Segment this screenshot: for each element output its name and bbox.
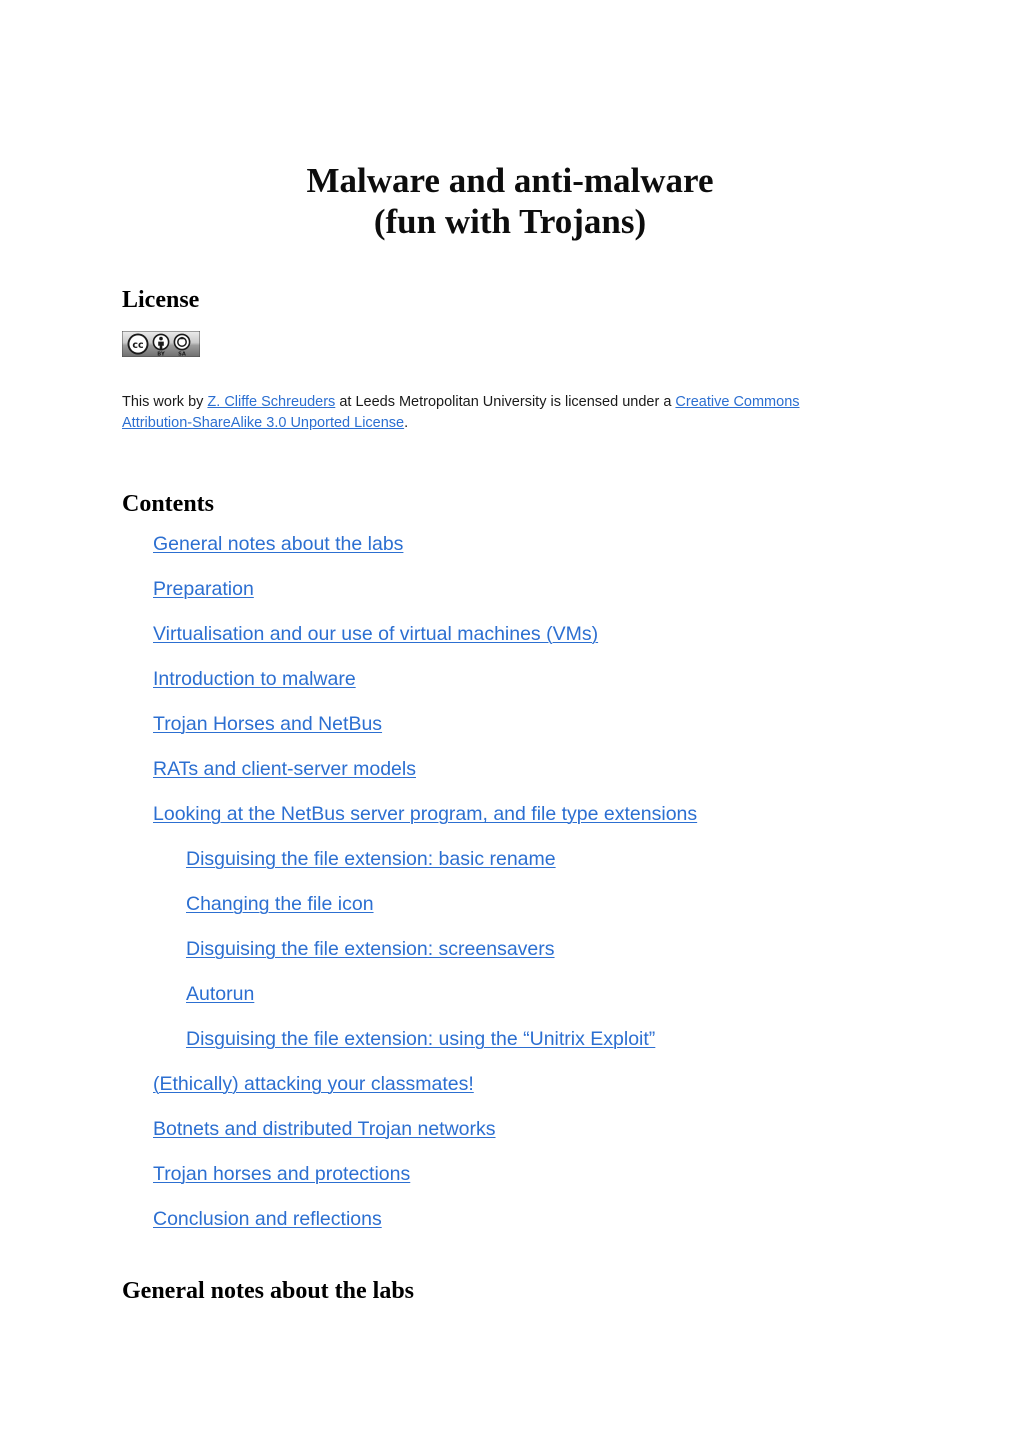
toc-link[interactable]: Trojan Horses and NetBus	[153, 713, 382, 735]
toc-entry: Looking at the NetBus server program, an…	[122, 802, 898, 826]
creative-commons-by-sa-badge-icon: cc BY SA	[122, 331, 200, 357]
toc-entry: Trojan horses and protections	[122, 1162, 898, 1186]
toc-entry: Changing the file icon	[122, 892, 898, 916]
toc-entry: Disguising the file extension: using the…	[122, 1027, 898, 1051]
document-page: Malware and anti-malware (fun with Troja…	[0, 0, 1020, 1442]
toc-entry: (Ethically) attacking your classmates!	[122, 1072, 898, 1096]
toc-link[interactable]: RATs and client-server models	[153, 758, 416, 780]
toc-link[interactable]: Trojan horses and protections	[153, 1163, 410, 1185]
license-badge-container: cc BY SA	[122, 314, 898, 357]
toc-link[interactable]: (Ethically) attacking your classmates!	[153, 1073, 474, 1095]
toc-link[interactable]: Disguising the file extension: basic ren…	[186, 848, 556, 870]
toc-link[interactable]: Looking at the NetBus server program, an…	[153, 803, 697, 825]
page-title: Malware and anti-malware (fun with Troja…	[122, 0, 898, 242]
toc-entry: Conclusion and reflections	[122, 1207, 898, 1231]
toc-link[interactable]: Autorun	[186, 983, 254, 1005]
toc-link[interactable]: Changing the file icon	[186, 893, 374, 915]
toc-link[interactable]: Conclusion and reflections	[153, 1208, 382, 1230]
general-notes-heading: General notes about the labs	[122, 1278, 415, 1304]
toc-entry: Trojan Horses and NetBus	[122, 712, 898, 736]
page-title-line-1: Malware and anti-malware	[306, 161, 714, 200]
toc-link[interactable]: Disguising the file extension: screensav…	[186, 938, 555, 960]
toc-link[interactable]: Introduction to malware	[153, 668, 356, 690]
toc-entry: Autorun	[122, 982, 898, 1006]
license-text: This work by Z. Cliffe Schreuders at Lee…	[122, 372, 862, 434]
toc-entry: Virtualisation and our use of virtual ma…	[122, 622, 898, 646]
toc-entry: General notes about the labs	[122, 532, 898, 556]
svg-text:cc: cc	[132, 340, 143, 351]
table-of-contents: General notes about the labs Preparation…	[122, 518, 898, 1231]
svg-text:SA: SA	[178, 351, 186, 357]
toc-entry: RATs and client-server models	[122, 757, 898, 781]
page-title-line-2: (fun with Trojans)	[373, 202, 647, 241]
license-text-before: This work by	[122, 393, 208, 410]
toc-entry: Disguising the file extension: basic ren…	[122, 847, 898, 871]
toc-link[interactable]: Disguising the file extension: using the…	[186, 1028, 655, 1050]
toc-link[interactable]: General notes about the labs	[153, 533, 403, 555]
toc-link[interactable]: Preparation	[153, 578, 254, 600]
toc-entry: Disguising the file extension: screensav…	[122, 937, 898, 961]
toc-link[interactable]: Botnets and distributed Trojan networks	[153, 1118, 496, 1140]
toc-entry: Preparation	[122, 577, 898, 601]
license-text-after: .	[404, 414, 409, 431]
author-link[interactable]: Z. Cliffe Schreuders	[207, 394, 335, 410]
toc-entry: Botnets and distributed Trojan networks	[122, 1117, 898, 1141]
license-text-middle: at Leeds Metropolitan University is lice…	[335, 393, 676, 410]
contents-heading: Contents	[122, 491, 215, 517]
license-heading: License	[122, 287, 200, 313]
toc-entry: Introduction to malware	[122, 667, 898, 691]
svg-text:BY: BY	[157, 351, 165, 357]
toc-link[interactable]: Virtualisation and our use of virtual ma…	[153, 623, 598, 645]
